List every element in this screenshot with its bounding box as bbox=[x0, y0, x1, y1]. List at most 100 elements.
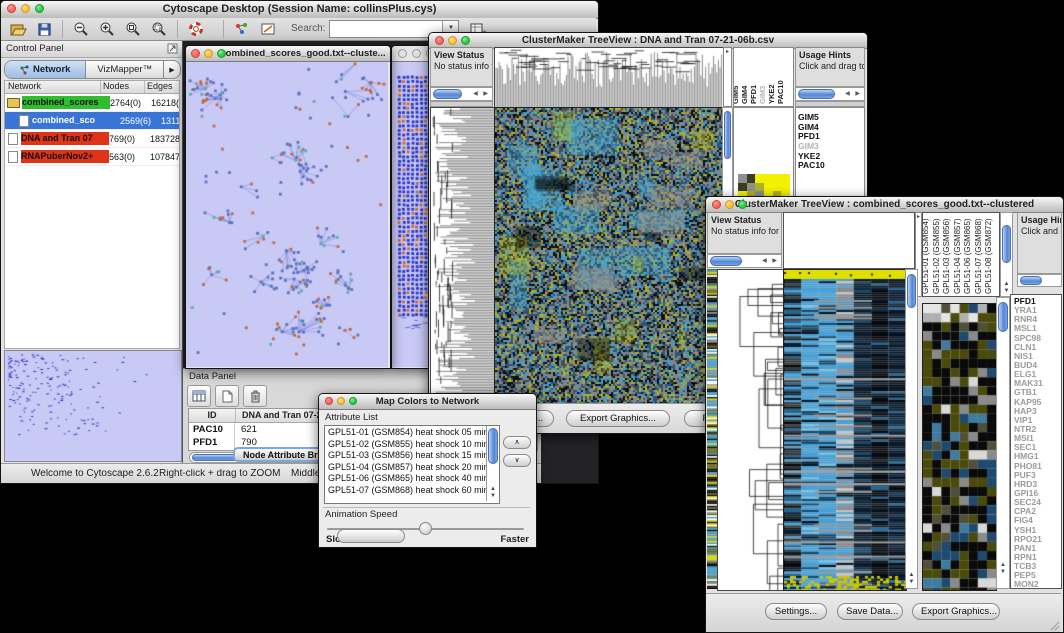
gene-label[interactable]: PAC10 bbox=[796, 161, 864, 171]
attribute-list-item[interactable]: GPL51-07 (GSM868) heat shock 60 min bbox=[325, 485, 486, 497]
close-button[interactable] bbox=[435, 36, 444, 45]
move-down-button[interactable]: ∨ bbox=[503, 454, 531, 467]
usage-hints-title: Usage Hints bbox=[1018, 213, 1061, 226]
attribute-list-item[interactable]: GPL51-03 (GSM856) heat shock 15 min bbox=[325, 450, 486, 462]
tab-network[interactable]: Network bbox=[5, 61, 86, 78]
rotated-gene-label: PAC10 bbox=[776, 80, 785, 104]
zoom-window-button[interactable] bbox=[35, 4, 44, 13]
tv2-row-dendrogram-canvas[interactable] bbox=[717, 269, 785, 591]
move-up-button[interactable]: ∧ bbox=[503, 436, 531, 449]
tv1-view-status-scrollbar[interactable]: ◀ ▶ bbox=[430, 87, 493, 101]
network-titlebar[interactable]: combined_scores_good.txt--cluste... bbox=[186, 46, 390, 62]
export-graphics-button[interactable]: Export Graphics... bbox=[566, 410, 670, 427]
minimize-button[interactable] bbox=[337, 397, 345, 405]
scroll-down-icon: ▼ bbox=[490, 493, 496, 499]
network-name: combined_sco bbox=[32, 114, 120, 127]
close-button[interactable] bbox=[191, 49, 200, 58]
control-panel: Control Panel Network VizMapper™ ▶ Netwo… bbox=[1, 41, 183, 464]
column-header-network[interactable]: Network bbox=[5, 81, 101, 93]
show-table-button[interactable] bbox=[187, 385, 211, 407]
network-tree-row[interactable]: combined_sco2569(6)13112(15) bbox=[5, 112, 179, 130]
close-button[interactable] bbox=[398, 49, 407, 58]
tv2-usage-hints-scrollbar[interactable] bbox=[1017, 274, 1062, 287]
settings-button[interactable]: Settings... bbox=[765, 603, 827, 620]
tabs-more-button[interactable]: ▶ bbox=[163, 61, 180, 78]
tv2-heatmap-canvas[interactable] bbox=[783, 269, 907, 591]
tv2-gene-list[interactable]: PFD1YRA1RNR4MSL1SPC98CLN1NIS1BUD4ELG1MAK… bbox=[1010, 294, 1062, 589]
table-header-id[interactable]: ID bbox=[189, 409, 236, 422]
help-button[interactable] bbox=[185, 19, 207, 40]
tv2-column-labels-vscrollbar[interactable]: ▲▼ bbox=[1000, 212, 1013, 297]
save-session-button[interactable] bbox=[33, 19, 55, 40]
matrix-cell bbox=[738, 183, 747, 192]
network-edges-count: 13112(15) bbox=[161, 116, 179, 126]
network-tree-row[interactable]: RNAPuberNov2+563(0)107847(0) bbox=[5, 148, 179, 166]
tv2-usage-hints-panel: Usage Hints Click and drag bbox=[1017, 212, 1062, 274]
zoom-selected-button[interactable] bbox=[148, 19, 170, 40]
column-header-edges[interactable]: Edges bbox=[145, 81, 179, 93]
network-tree-row[interactable]: DNA and Tran 07769(0)183728(0) bbox=[5, 130, 179, 148]
tab-vizmapper[interactable]: VizMapper™ bbox=[86, 61, 163, 78]
faster-label: Faster bbox=[500, 535, 529, 545]
attribute-list-item[interactable]: GPL51-06 (GSM865) heat shock 40 min bbox=[325, 473, 486, 485]
column-header-nodes[interactable]: Nodes bbox=[101, 81, 145, 93]
gene-label[interactable]: MON2 bbox=[1011, 580, 1061, 589]
main-titlebar[interactable]: Cytoscape Desktop (Session Name: collins… bbox=[1, 1, 598, 19]
delete-attribute-button[interactable] bbox=[243, 385, 267, 407]
zoom-window-button[interactable] bbox=[738, 200, 747, 209]
zoom-window-button[interactable] bbox=[217, 49, 226, 58]
export-graphics-button[interactable]: Export Graphics... bbox=[912, 603, 1000, 620]
minimize-button[interactable] bbox=[725, 200, 734, 209]
network-overview-canvas[interactable] bbox=[4, 350, 182, 462]
file-icon bbox=[8, 133, 18, 145]
close-button[interactable] bbox=[7, 4, 16, 13]
table-icon bbox=[192, 390, 206, 402]
new-attribute-button[interactable] bbox=[215, 385, 239, 407]
attribute-list-item[interactable]: GPL51-04 (GSM857) heat shock 20 min bbox=[325, 462, 486, 474]
zoom-window-button[interactable] bbox=[349, 397, 357, 405]
save-data-button[interactable]: Save Data... bbox=[837, 603, 903, 620]
tv2-overview-strip-canvas[interactable] bbox=[707, 269, 717, 589]
close-button[interactable] bbox=[325, 397, 333, 405]
status-hint-zoom: Right-click + drag to ZOOM bbox=[159, 469, 280, 479]
attribute-list-item[interactable]: GPL51-01 (GSM854) heat shock 05 min bbox=[325, 427, 486, 439]
tv1-column-dendrogram-canvas[interactable] bbox=[494, 47, 724, 109]
view-status-text: No status info for bbox=[431, 61, 492, 71]
zoom-window-button[interactable] bbox=[461, 36, 470, 45]
zoom-out-button[interactable] bbox=[70, 19, 92, 40]
attribute-list-item[interactable]: GPL51-02 (GSM855) heat shock 10 min bbox=[325, 439, 486, 451]
minimize-button[interactable] bbox=[21, 4, 30, 13]
zoom-fit-button[interactable] bbox=[122, 19, 144, 40]
open-session-button[interactable] bbox=[7, 19, 29, 40]
scroll-right-icon: ▶ bbox=[772, 258, 779, 264]
attribute-list-vscrollbar[interactable]: ▲▼ bbox=[486, 426, 499, 501]
matrix-cell bbox=[747, 183, 756, 192]
attribute-listbox[interactable]: GPL51-01 (GSM854) heat shock 05 minGPL51… bbox=[324, 425, 500, 504]
network-tree-row[interactable]: combined_scores2764(0)16218(0) bbox=[5, 94, 179, 112]
annotation-button[interactable] bbox=[257, 19, 279, 40]
zoom-in-button[interactable] bbox=[96, 19, 118, 40]
scroll-right-icon: ▶ bbox=[483, 91, 490, 97]
create-network-button[interactable] bbox=[231, 19, 253, 40]
tv1-heatmap-canvas[interactable] bbox=[494, 107, 724, 405]
tv1-usage-hints-scrollbar[interactable]: ◀ ▶ bbox=[795, 87, 865, 101]
tv1-row-dendrogram-canvas[interactable] bbox=[430, 107, 495, 405]
minimize-button[interactable] bbox=[204, 49, 213, 58]
tv2-view-status-scrollbar[interactable]: ◀ ▶ bbox=[707, 254, 782, 268]
rotated-column-label: GPL51-08 (GSM872) bbox=[984, 218, 993, 294]
rotated-column-label: GPL51-02 (GSM855) bbox=[932, 218, 941, 294]
close-button[interactable] bbox=[712, 200, 721, 209]
float-panel-icon[interactable] bbox=[167, 43, 178, 54]
slider-thumb[interactable] bbox=[419, 522, 432, 535]
tv2-gene-vscrollbar[interactable]: ▲▼ bbox=[996, 297, 1010, 589]
animate-vizmap-button[interactable] bbox=[337, 529, 405, 543]
tv2-heatmap-vscrollbar[interactable]: ▲▼ bbox=[905, 269, 918, 589]
dialog-titlebar[interactable]: Map Colors to Network bbox=[319, 394, 536, 410]
treeview2-titlebar[interactable]: ClusterMaker TreeView : combined_scores_… bbox=[706, 197, 1063, 213]
minimize-button[interactable] bbox=[448, 36, 457, 45]
tv2-secondary-heatmap-canvas[interactable] bbox=[922, 303, 997, 591]
minimize-button[interactable] bbox=[412, 49, 421, 58]
tv1-column-labels: GIM5GIM4PFD1GIM3YKE2PAC10 bbox=[733, 47, 794, 107]
network-canvas[interactable] bbox=[186, 62, 388, 367]
resize-grip-icon[interactable] bbox=[1048, 619, 1060, 631]
